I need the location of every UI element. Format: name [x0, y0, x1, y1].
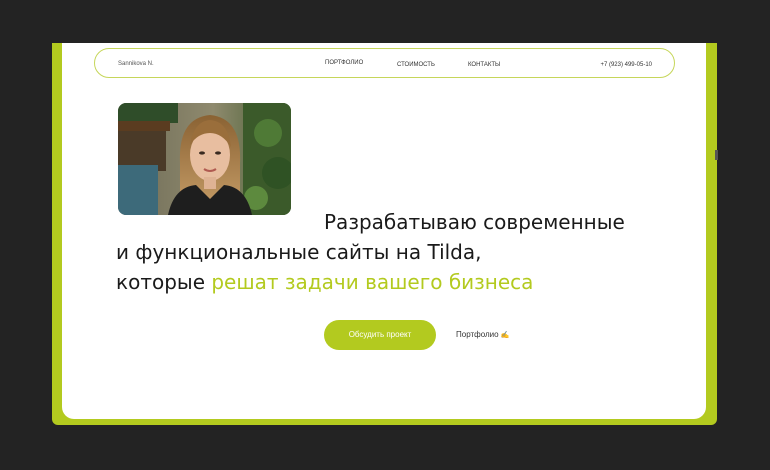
frame-edge-mark: [715, 150, 718, 160]
nav-item-portfolio[interactable]: ПОРТФОЛИО: [325, 59, 363, 67]
headline-line-2: и функциональные сайты на Tilda,: [116, 240, 482, 264]
writing-hand-icon: ✍️: [500, 332, 510, 339]
brand-name[interactable]: Sannikova N.: [118, 60, 154, 68]
headline-accent-text: решат задачи вашего бизнеса: [211, 270, 534, 294]
page-card: Sannikova N. ПОРТФОЛИО СТОИМОСТЬ КОНТАКТ…: [62, 43, 706, 419]
discuss-project-button[interactable]: Обсудить проект: [324, 320, 436, 350]
top-navigation: Sannikova N. ПОРТФОЛИО СТОИМОСТЬ КОНТАКТ…: [94, 48, 675, 78]
phone-number[interactable]: +7 (923) 499-05-10: [600, 61, 652, 69]
nav-item-pricing[interactable]: СТОИМОСТЬ: [397, 61, 435, 69]
portfolio-link-label: Портфолио: [456, 330, 499, 339]
hero-headline: Разрабатываю современные и функциональны…: [116, 207, 676, 297]
portrait-photo: [118, 103, 291, 215]
headline-line-1: Разрабатываю современные: [324, 210, 625, 234]
portfolio-link[interactable]: Портфолио ✍️: [456, 329, 509, 342]
portrait-illustration: [118, 103, 291, 215]
screenshot-stage: Sannikova N. ПОРТФОЛИО СТОИМОСТЬ КОНТАКТ…: [0, 0, 770, 470]
headline-line-3: которые решат задачи вашего бизнеса: [116, 267, 676, 297]
nav-item-contacts[interactable]: КОНТАКТЫ: [468, 61, 500, 69]
headline-line-3-prefix: которые: [116, 270, 212, 294]
